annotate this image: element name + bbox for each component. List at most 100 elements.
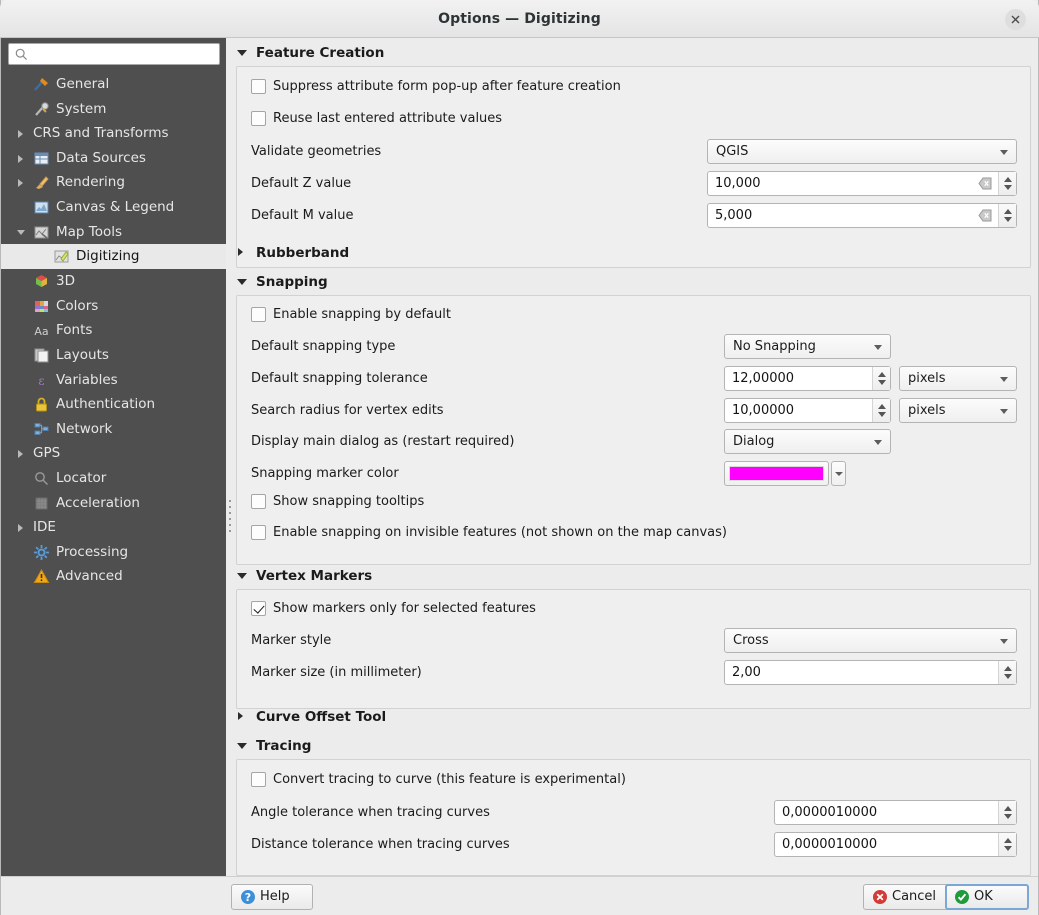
chevron-right-icon: [238, 248, 243, 256]
sidebar-item-advanced[interactable]: Advanced: [1, 564, 226, 589]
checkbox-label: Suppress attribute form pop-up after fea…: [273, 79, 621, 94]
ok-button[interactable]: OK: [945, 884, 1029, 910]
chevron-down-icon: [1000, 409, 1008, 414]
sidebar-item-label: IDE: [33, 519, 56, 536]
checkbox-box: [251, 772, 266, 787]
sidebar-item-label: GPS: [33, 445, 61, 462]
checkbox-label: Enable snapping on invisible features (n…: [273, 525, 727, 540]
checkbox-label: Reuse last entered attribute values: [273, 111, 503, 126]
chevron-down-icon: [874, 440, 882, 445]
section-header-feature-creation[interactable]: Feature Creation: [235, 42, 384, 64]
main-dialog-combo[interactable]: Dialog: [724, 429, 891, 454]
chevron-right-icon[interactable]: [18, 154, 23, 163]
sidebar-item-digitizing[interactable]: Digitizing: [1, 244, 226, 270]
color-swatch: [729, 466, 824, 481]
close-icon[interactable]: [1005, 9, 1026, 30]
chevron-down-icon: [237, 279, 247, 285]
sidebar-item-rendering[interactable]: Rendering: [1, 170, 226, 195]
search-radius-spinbox[interactable]: 10,00000: [724, 398, 891, 423]
spin-stepper[interactable]: [998, 801, 1016, 824]
sidebar-item-label: Acceleration: [56, 494, 140, 511]
spin-value: 10,00000: [732, 403, 795, 418]
search-input[interactable]: [33, 44, 217, 64]
sidebar-item-colors[interactable]: Colors: [1, 294, 226, 319]
section-header-rubberband[interactable]: Rubberband: [235, 242, 349, 264]
spin-stepper[interactable]: [998, 661, 1016, 684]
panel-splitter[interactable]: [226, 38, 235, 876]
sidebar-item-authentication[interactable]: Authentication: [1, 392, 226, 417]
default-snapping-type-combo[interactable]: No Snapping: [724, 334, 891, 359]
clear-icon[interactable]: [978, 209, 992, 222]
sidebar-item-label: Canvas & Legend: [56, 198, 175, 215]
sidebar-item-variables[interactable]: ε Variables: [1, 368, 226, 393]
combo-value: Dialog: [733, 434, 775, 449]
sidebar-item-general[interactable]: General: [1, 72, 226, 97]
snapping-marker-color-button[interactable]: [724, 461, 829, 486]
checkbox-label: Show snapping tooltips: [273, 494, 425, 509]
main-dialog-label: Display main dialog as (restart required…: [251, 434, 515, 449]
angle-tolerance-spinbox[interactable]: 0,0000010000: [774, 800, 1017, 825]
chevron-right-icon[interactable]: [18, 179, 23, 188]
section-title: Feature Creation: [256, 45, 385, 61]
spin-value: 12,00000: [732, 371, 795, 386]
sidebar-item-acceleration[interactable]: Acceleration: [1, 491, 226, 516]
snapping-tolerance-unit-combo[interactable]: pixels: [899, 366, 1017, 391]
ok-check-icon: [954, 889, 970, 905]
search-icon: [15, 48, 28, 61]
chevron-down-icon[interactable]: [17, 229, 25, 235]
help-button[interactable]: ? Help: [231, 884, 313, 910]
marker-size-spinbox[interactable]: 2,00: [724, 660, 1017, 685]
sidebar-item-fonts[interactable]: Aa Fonts: [1, 318, 226, 343]
default-z-spinbox[interactable]: 10,000: [707, 171, 1017, 196]
sidebar-item-map-tools[interactable]: Map Tools: [1, 220, 226, 245]
sidebar-item-data-sources[interactable]: Data Sources: [1, 146, 226, 171]
sidebar-item-layouts[interactable]: Layouts: [1, 343, 226, 368]
spin-value: 5,000: [715, 208, 753, 223]
search-radius-unit-combo[interactable]: pixels: [899, 398, 1017, 423]
distance-tolerance-spinbox[interactable]: 0,0000010000: [774, 832, 1017, 857]
default-z-label: Default Z value: [251, 176, 352, 191]
spin-stepper[interactable]: [872, 399, 890, 422]
spin-value: 0,0000010000: [782, 805, 878, 820]
spin-stepper[interactable]: [998, 204, 1016, 227]
sidebar-item-label: Colors: [56, 297, 99, 314]
sidebar: General System CRS and Transforms Data Sour…: [1, 38, 226, 876]
sidebar-item-3d[interactable]: 3D: [1, 269, 226, 294]
spin-stepper[interactable]: [872, 367, 890, 390]
sidebar-item-label: Map Tools: [56, 223, 123, 240]
marker-style-combo[interactable]: Cross: [724, 628, 1017, 653]
sidebar-item-processing[interactable]: Processing: [1, 540, 226, 565]
sidebar-item-gps[interactable]: GPS: [1, 441, 226, 466]
search-box[interactable]: [8, 43, 220, 65]
settings-nav-tree: General System CRS and Transforms Data Sour…: [1, 72, 226, 589]
chevron-right-icon[interactable]: [18, 524, 23, 533]
section-header-tracing[interactable]: Tracing: [235, 735, 311, 757]
sidebar-item-label: Advanced: [56, 568, 123, 585]
sidebar-item-ide[interactable]: IDE: [1, 515, 226, 540]
sidebar-item-crs-and-transforms[interactable]: CRS and Transforms: [1, 121, 226, 146]
spin-value: 2,00: [732, 665, 761, 680]
chevron-right-icon[interactable]: [18, 450, 23, 459]
snapping-tolerance-spinbox[interactable]: 12,00000: [724, 366, 891, 391]
sidebar-item-system[interactable]: System: [1, 97, 226, 122]
sidebar-item-label: Network: [56, 420, 113, 437]
validate-geometries-label: Validate geometries: [251, 144, 382, 159]
marker-size-label: Marker size (in millimeter): [251, 665, 422, 680]
section-header-snapping[interactable]: Snapping: [235, 271, 328, 293]
sidebar-item-locator[interactable]: Locator: [1, 466, 226, 491]
layouts-icon: [33, 347, 50, 364]
section-title: Rubberband: [256, 245, 350, 261]
validate-geometries-combo[interactable]: QGIS: [707, 139, 1017, 164]
sidebar-item-network[interactable]: Network: [1, 417, 226, 442]
sidebar-item-canvas-legend[interactable]: Canvas & Legend: [1, 195, 226, 220]
section-header-curve-offset-tool[interactable]: Curve Offset Tool: [235, 706, 386, 728]
clear-icon[interactable]: [978, 177, 992, 190]
chevron-right-icon[interactable]: [18, 130, 23, 139]
section-header-vertex-markers[interactable]: Vertex Markers: [235, 565, 372, 587]
default-m-label: Default M value: [251, 208, 354, 223]
spin-stepper[interactable]: [998, 833, 1016, 856]
default-m-spinbox[interactable]: 5,000: [707, 203, 1017, 228]
spin-stepper[interactable]: [998, 172, 1016, 195]
cancel-button[interactable]: Cancel: [863, 884, 953, 910]
snapping-marker-color-dropdown[interactable]: [831, 461, 846, 486]
